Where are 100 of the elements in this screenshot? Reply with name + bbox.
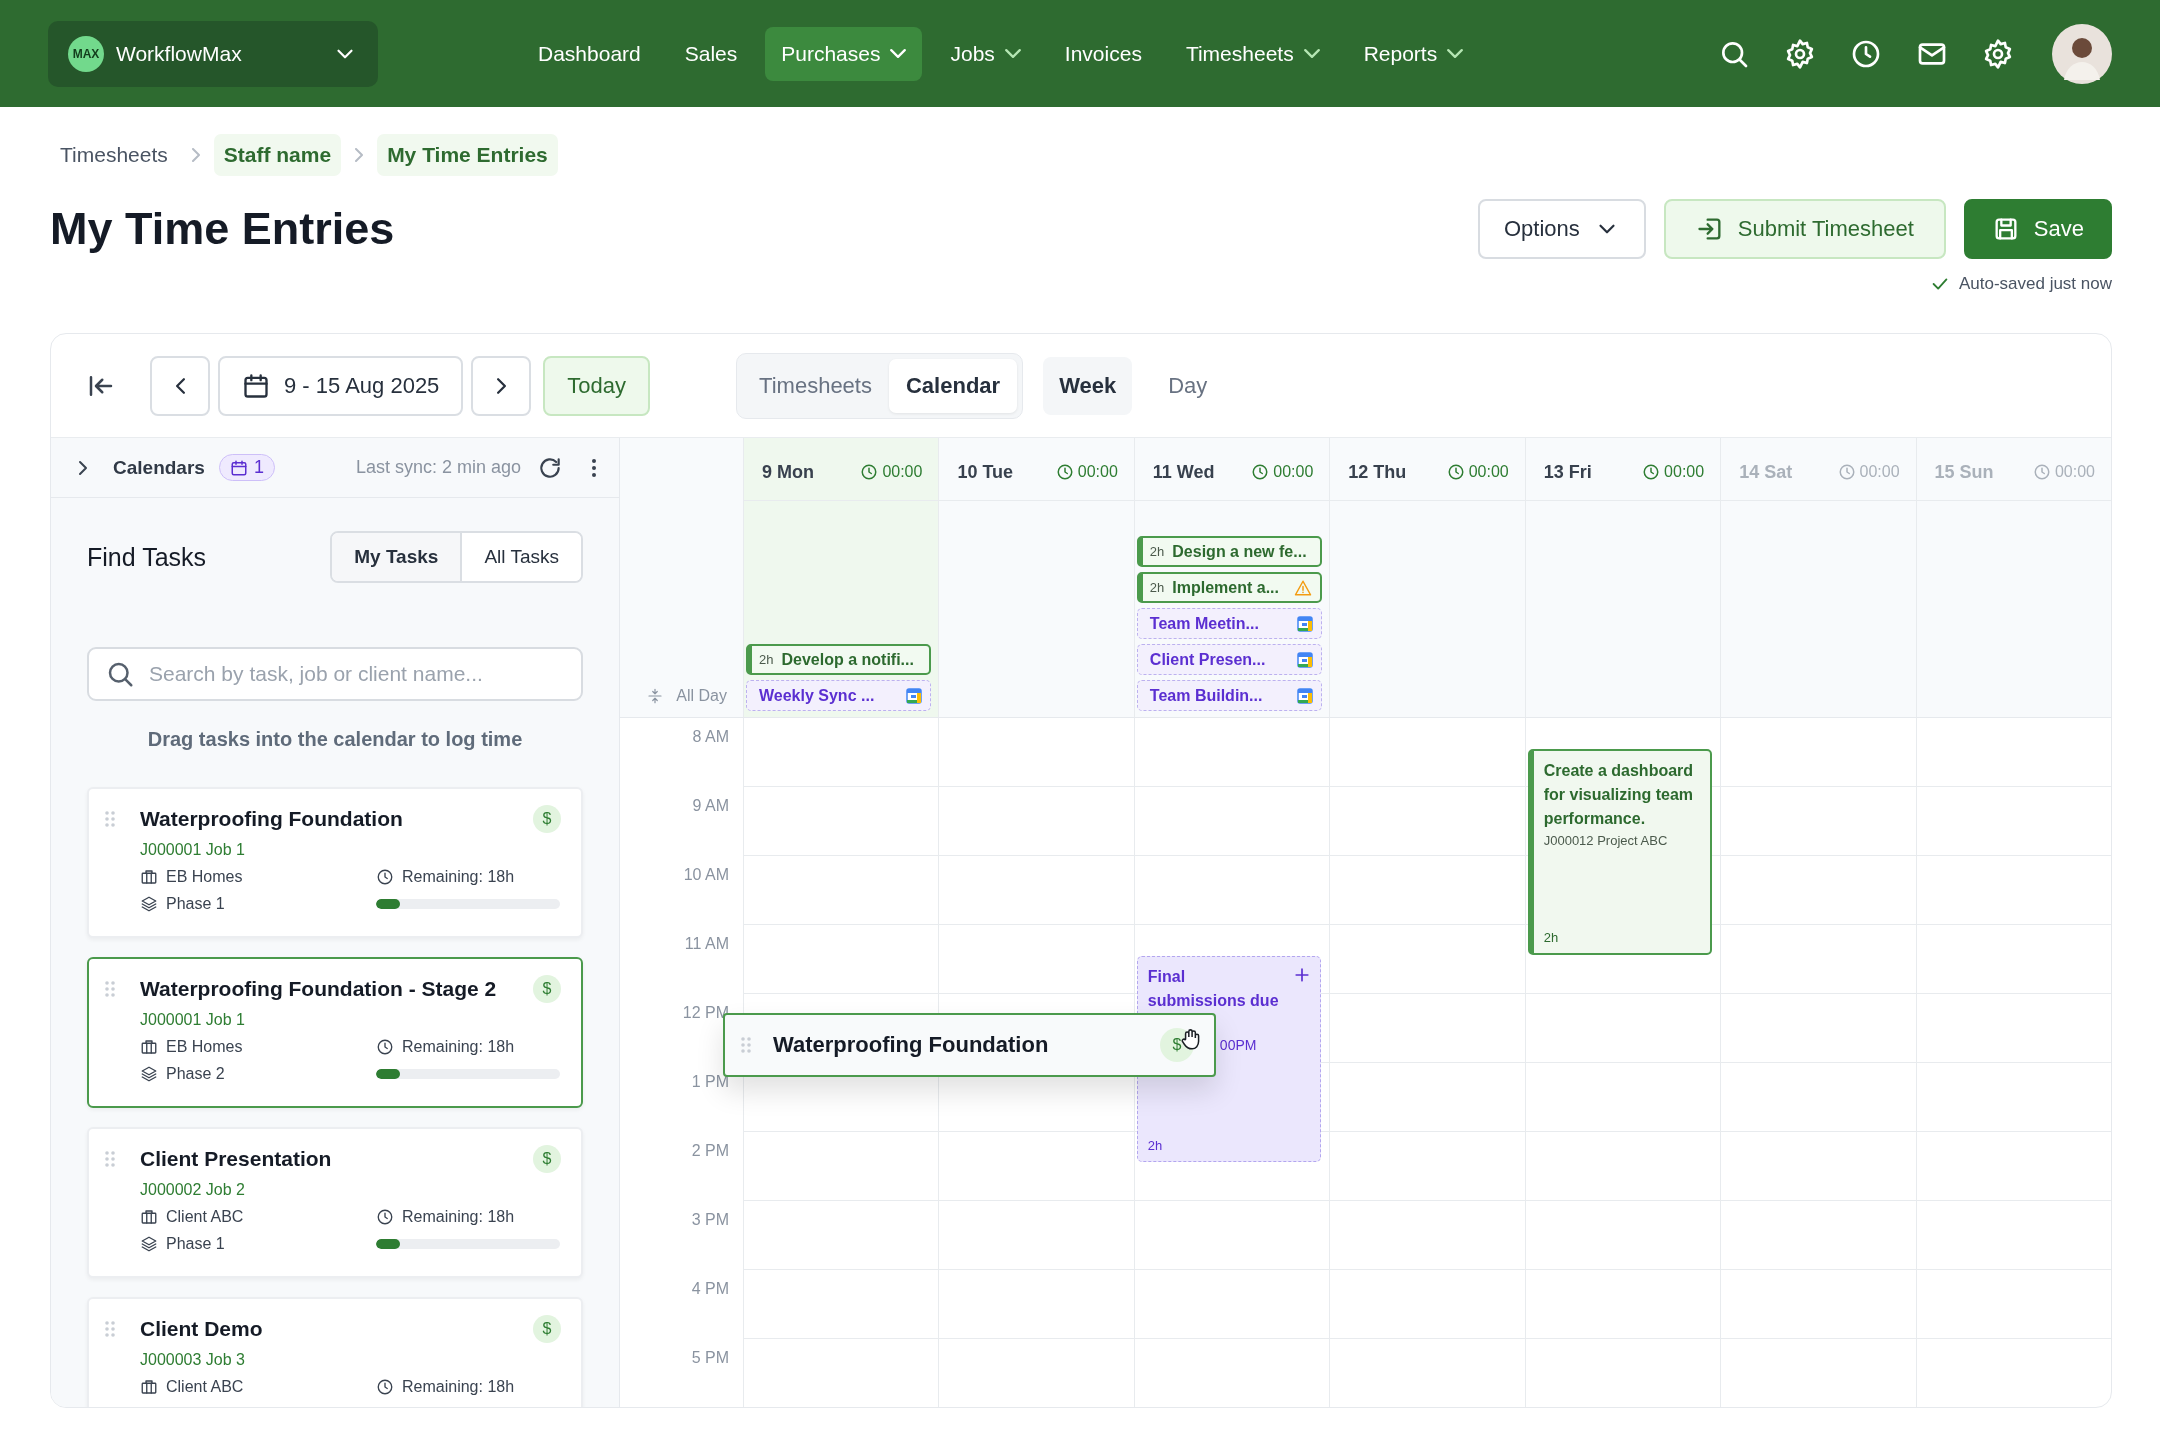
remaining-time: Remaining: 18h xyxy=(402,1037,515,1056)
nav-item[interactable]: Timesheets xyxy=(1169,26,1336,81)
task-card[interactable]: Waterproofing Foundation - Stage 2 $ J000001 Job 1 EB Homes Remaining: 18h Phase 2 xyxy=(87,957,583,1108)
settings-icon[interactable] xyxy=(1982,37,2014,70)
sync-status: Last sync: 2 min ago xyxy=(355,457,521,478)
chevron-right-icon xyxy=(355,148,364,162)
billable-badge: $ xyxy=(533,1145,561,1173)
calendar-app-icon xyxy=(906,687,923,704)
phase-name: Phase 1 xyxy=(166,1234,225,1253)
day-total: 00:00 xyxy=(1859,463,1900,481)
day-label: 14 Sat xyxy=(1739,461,1793,483)
avatar[interactable] xyxy=(2052,23,2112,84)
today-button[interactable]: Today xyxy=(543,355,651,416)
time-entry[interactable]: Create a dashboard for visualizing team performance. J000012 Project ABC 2h xyxy=(1527,749,1713,955)
day-label: 9 Mon xyxy=(762,461,814,483)
nav-item[interactable]: Sales xyxy=(668,26,754,81)
layers-icon xyxy=(140,1234,158,1253)
day-total: 00:00 xyxy=(1664,463,1705,481)
drag-handle-icon[interactable] xyxy=(741,1037,751,1053)
settings-icon[interactable] xyxy=(1784,37,1816,70)
clock-icon xyxy=(1055,463,1074,481)
chevron-right-icon xyxy=(496,377,506,394)
drag-handle-icon[interactable] xyxy=(105,981,115,997)
filter-tab[interactable]: All Tasks xyxy=(460,533,581,581)
day-total: 00:00 xyxy=(1273,463,1314,481)
hour-label: 2 PM xyxy=(691,1142,729,1159)
task-card[interactable]: Waterproofing Foundation $ J000001 Job 1 EB Homes Remaining: 18h Phase 1 xyxy=(87,787,583,938)
calendar-event[interactable]: Team Meetin... xyxy=(1136,608,1323,639)
mode-tab[interactable]: Calendar xyxy=(888,358,1018,413)
job-link[interactable]: J000003 Job 3 xyxy=(140,1351,245,1369)
briefcase-icon xyxy=(140,1377,158,1396)
search-field[interactable]: Search by task, job or client name... xyxy=(87,647,583,701)
time-entry[interactable]: 2h Implement a... xyxy=(1136,572,1323,603)
hour-label: 8 AM xyxy=(692,728,729,745)
nav-item[interactable]: Jobs xyxy=(934,26,1037,81)
all-day-label: All Day xyxy=(676,687,727,705)
hour-label: 4 PM xyxy=(691,1280,729,1297)
clock-icon xyxy=(2032,463,2051,481)
section-heading: Find Tasks xyxy=(87,542,207,572)
task-title: Client Presentation xyxy=(140,1147,332,1171)
client-name: EB Homes xyxy=(166,1037,243,1056)
remaining-time: Remaining: 18h xyxy=(402,1207,515,1226)
day-label: 12 Thu xyxy=(1348,461,1407,483)
layers-icon xyxy=(140,894,158,913)
nav-item[interactable]: Invoices xyxy=(1048,26,1158,81)
nav-item[interactable]: Reports xyxy=(1347,26,1480,81)
breadcrumb-link[interactable]: Timesheets xyxy=(50,134,178,176)
job-link[interactable]: J000001 Job 1 xyxy=(140,841,245,859)
breadcrumb-link[interactable]: My Time Entries xyxy=(377,134,558,176)
layers-icon xyxy=(140,1064,158,1083)
task-card[interactable]: Client Presentation $ J000002 Job 2 Client ABC Remaining: 18h Phase 1 xyxy=(87,1127,583,1278)
clock-icon xyxy=(860,463,879,481)
clock-icon xyxy=(376,867,394,886)
time-entry[interactable]: 2h Design a new fe... xyxy=(1136,536,1323,567)
job-link[interactable]: J000001 Job 1 xyxy=(140,1011,245,1029)
calendar-event[interactable]: Weekly Sync ... xyxy=(746,680,932,711)
save-button[interactable]: Save xyxy=(1963,199,2112,259)
breadcrumb-link[interactable]: Staff name xyxy=(213,134,342,176)
page-title: My Time Entries xyxy=(50,203,395,255)
briefcase-icon xyxy=(140,1037,158,1056)
drag-handle-icon[interactable] xyxy=(105,1321,115,1337)
day-label: 10 Tue xyxy=(957,461,1014,483)
view-tab[interactable]: Day xyxy=(1152,356,1224,415)
briefcase-icon xyxy=(140,867,158,886)
drag-handle-icon[interactable] xyxy=(105,811,115,827)
billable-badge: $ xyxy=(533,975,561,1003)
job-link[interactable]: J000002 Job 2 xyxy=(140,1181,245,1199)
calendar-app-icon xyxy=(1297,687,1314,704)
day-total: 00:00 xyxy=(882,463,923,481)
nav-item[interactable]: Purchases xyxy=(765,26,923,81)
nav-item[interactable]: Dashboard xyxy=(522,26,657,81)
day-label: 13 Fri xyxy=(1543,461,1592,483)
clock-icon xyxy=(1642,463,1661,481)
calendar-app-icon xyxy=(1297,615,1314,632)
filter-tab[interactable]: My Tasks xyxy=(332,533,461,581)
date-range-picker[interactable]: 9 - 15 Aug 2025 xyxy=(218,355,464,416)
client-name: EB Homes xyxy=(166,867,243,886)
mode-tab[interactable]: Timesheets xyxy=(742,358,889,413)
time-entry[interactable]: 2h Develop a notifi... xyxy=(746,644,932,675)
submit-timesheet-button[interactable]: Submit Timesheet xyxy=(1663,199,1946,259)
task-title: Waterproofing Foundation xyxy=(140,807,403,831)
clock-icon xyxy=(376,1207,394,1226)
dragged-task-card[interactable]: Waterproofing Foundation $ xyxy=(723,1013,1216,1077)
clock-icon xyxy=(376,1037,394,1056)
calendar-count-badge: 1 xyxy=(218,454,275,481)
autosave-status: Auto-saved just now xyxy=(1958,274,2112,294)
more-options-icon[interactable] xyxy=(591,457,597,478)
job-link[interactable]: J000012 Project ABC xyxy=(1543,833,1701,848)
drag-handle-icon[interactable] xyxy=(105,1151,115,1167)
calendar-event[interactable]: Client Presen... xyxy=(1136,644,1323,675)
clock-icon xyxy=(376,1377,394,1396)
workspace-switcher[interactable]: MAX WorkflowMax xyxy=(48,20,378,87)
options-button[interactable]: Options xyxy=(1477,199,1646,259)
task-card[interactable]: Client Demo $ J000003 Job 3 Client ABC Remaining: 18h xyxy=(87,1297,583,1407)
task-title: Waterproofing Foundation - Stage 2 xyxy=(140,977,497,1001)
view-tab[interactable]: Week xyxy=(1043,356,1133,415)
clock-icon xyxy=(1837,463,1856,481)
hour-label: 9 AM xyxy=(692,797,729,814)
task-title: Client Demo xyxy=(140,1317,263,1341)
calendar-event[interactable]: Team Buildin... xyxy=(1136,680,1323,711)
